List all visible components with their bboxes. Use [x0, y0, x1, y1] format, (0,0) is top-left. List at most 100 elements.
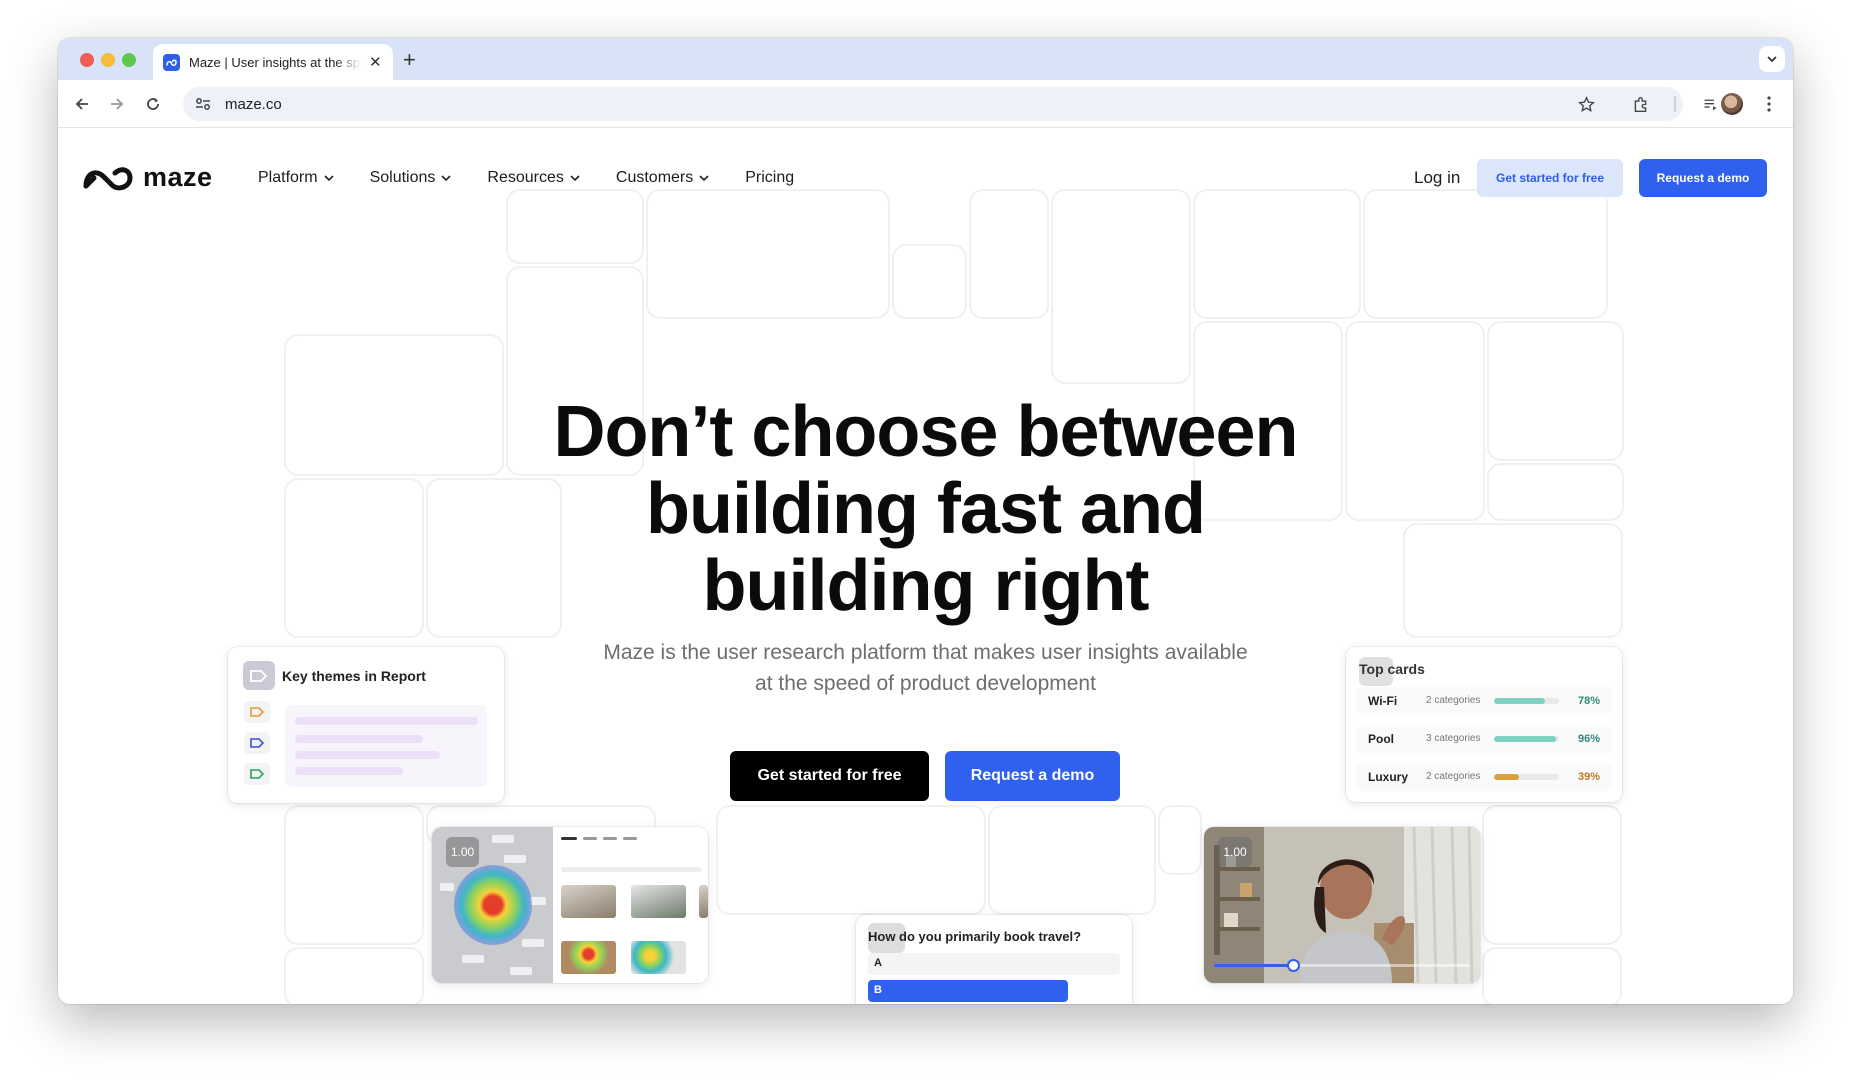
top-cards-title: Top cards: [1359, 661, 1425, 677]
chevron-down-icon: [324, 175, 334, 181]
tab-title: Maze | User insights at the speed of pro…: [189, 54, 361, 70]
agreement-bar: [1494, 698, 1559, 704]
top-card-row: Pool 3 categories 96%: [1356, 725, 1612, 753]
top-card-row: Luxury 2 categories 39%: [1356, 763, 1612, 791]
request-demo-button[interactable]: Request a demo: [1639, 159, 1767, 197]
chevron-down-icon: [570, 175, 580, 181]
video-progress-fill: [1214, 964, 1294, 967]
top-cards-card: Top cards Wi-Fi 2 categories 78% Pool 3 …: [1346, 647, 1622, 802]
key-themes-card: Key themes in Report: [228, 647, 504, 803]
nav-item-label: Pricing: [745, 169, 795, 186]
heatmap-map: 1.00: [432, 827, 553, 983]
new-tab-button[interactable]: +: [403, 47, 416, 73]
card-percent: 96%: [1577, 733, 1600, 745]
url-text: maze.co: [225, 95, 282, 113]
main-menu: Platform Solutions Resources Customers P…: [258, 169, 830, 187]
video-card: 1.00: [1204, 827, 1480, 983]
card-name: Pool: [1368, 732, 1394, 746]
browser-window: Maze | User insights at the speed of pro…: [58, 38, 1793, 1004]
heatmap-listing-grid: [553, 827, 708, 983]
tab-strip: Maze | User insights at the speed of pro…: [58, 38, 1793, 80]
reload-icon[interactable]: [141, 92, 165, 116]
agreement-bar-fill: [1494, 736, 1557, 742]
heatmap-card: 1.00: [432, 827, 708, 983]
profile-avatar[interactable]: [1721, 93, 1743, 115]
card-categories: 2 categories: [1426, 771, 1481, 782]
hero-subtitle-line: Maze is the user research platform that …: [603, 641, 1248, 664]
top-card-row: Wi-Fi 2 categories 78%: [1356, 687, 1612, 715]
maze-favicon-icon: [163, 53, 180, 71]
key-themes-title: Key themes in Report: [282, 667, 426, 684]
maze-logo-icon: [83, 166, 133, 190]
survey-question: How do you primarily book travel?: [868, 929, 1082, 944]
card-categories: 2 categories: [1426, 695, 1481, 706]
web-page: maze Platform Solutions Resources Custom…: [58, 129, 1793, 1004]
hero-heading-line: Don’t choose between: [553, 392, 1298, 472]
hero-request-demo-button[interactable]: Request a demo: [945, 751, 1120, 801]
nav-item-label: Solutions: [369, 169, 436, 186]
maze-logo[interactable]: maze: [82, 162, 213, 193]
nav-solutions[interactable]: Solutions: [370, 169, 452, 187]
playback-speed-badge: 1.00: [1218, 837, 1252, 867]
chevron-down-icon: [441, 175, 451, 181]
agreement-bar-fill: [1494, 774, 1520, 780]
placeholder-bar: [295, 735, 423, 743]
hero-subtitle: Maze is the user research platform that …: [548, 637, 1303, 699]
site-settings-icon: [196, 98, 210, 110]
nav-item-label: Customers: [615, 169, 694, 186]
back-icon[interactable]: [70, 92, 94, 116]
bookmark-star-icon[interactable]: [1574, 92, 1598, 116]
nav-item-label: Platform: [258, 169, 318, 186]
survey-option-a[interactable]: A: [868, 953, 1120, 975]
tab-search-button[interactable]: [1759, 46, 1785, 72]
theme-tag-icon: [244, 763, 270, 785]
nav-pricing[interactable]: Pricing: [745, 169, 794, 187]
zoom-badge: 1.00: [446, 837, 479, 867]
heatmap-hotspot: [454, 865, 532, 945]
placeholder-bar: [295, 751, 440, 759]
hero-heading-line: building fast and: [646, 469, 1206, 549]
agreement-bar-fill: [1494, 698, 1545, 704]
nav-platform[interactable]: Platform: [258, 169, 334, 187]
card-percent: 39%: [1577, 771, 1600, 783]
theme-tag-icon: [244, 732, 270, 754]
maximize-window-button[interactable]: [122, 53, 136, 67]
hero-get-started-button[interactable]: Get started for free: [730, 751, 929, 801]
hero-heading-line: building right: [702, 546, 1150, 626]
reading-list-icon[interactable]: [1698, 92, 1722, 116]
browser-toolbar: maze.co: [58, 80, 1793, 128]
nav-item-label: Resources: [487, 169, 564, 186]
card-categories: 3 categories: [1426, 733, 1481, 744]
nav-customers[interactable]: Customers: [616, 169, 709, 187]
tab-close-icon[interactable]: ✕: [369, 53, 382, 71]
extensions-icon[interactable]: [1628, 92, 1652, 116]
placeholder-bar: [295, 717, 478, 725]
close-window-button[interactable]: [80, 53, 94, 67]
themes-placeholder-panel: [285, 705, 487, 787]
agreement-bar: [1494, 774, 1559, 780]
hero-subtitle-line: at the speed of product development: [755, 672, 1096, 695]
forward-icon[interactable]: [105, 92, 129, 116]
card-name: Luxury: [1368, 770, 1409, 784]
site-navbar: maze Platform Solutions Resources Custom…: [58, 129, 1793, 233]
agreement-bar: [1494, 736, 1559, 742]
survey-option-b[interactable]: B: [868, 980, 1068, 1002]
minimize-window-button[interactable]: [101, 53, 115, 67]
chevron-down-icon: [1767, 56, 1777, 63]
tag-icon: [243, 661, 275, 690]
toolbar-divider: [1674, 96, 1676, 112]
theme-tag-icon: [244, 701, 270, 723]
chevron-down-icon: [699, 175, 709, 181]
hero-heading: Don’t choose between building fast and b…: [418, 394, 1433, 625]
survey-card: How do you primarily book travel? A B: [856, 915, 1132, 1004]
login-link[interactable]: Log in: [1414, 168, 1460, 188]
card-percent: 78%: [1577, 695, 1600, 707]
card-name: Wi-Fi: [1368, 694, 1398, 708]
active-tab[interactable]: Maze | User insights at the speed of pro…: [153, 44, 393, 80]
placeholder-bar: [295, 767, 403, 775]
kebab-menu-icon[interactable]: [1757, 92, 1781, 116]
address-bar[interactable]: maze.co: [183, 87, 1683, 121]
get-started-button[interactable]: Get started for free: [1477, 159, 1623, 197]
nav-resources[interactable]: Resources: [487, 169, 580, 187]
logo-wordmark: maze: [143, 162, 213, 192]
